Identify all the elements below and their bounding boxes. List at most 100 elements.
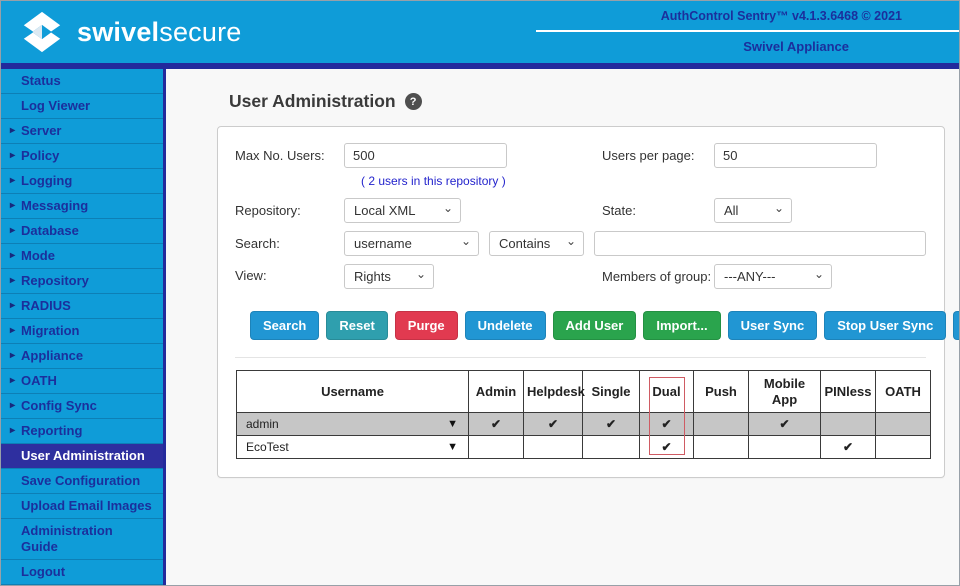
sidebar-item-log-viewer[interactable]: Log Viewer — [1, 94, 163, 119]
submenu-arrow-icon: ▸ — [10, 300, 16, 311]
right-cell-mobile-app: ✔ — [748, 412, 821, 436]
sidebar-item-save-configuration[interactable]: Save Configuration — [1, 469, 163, 494]
top-header: swivelsecure AuthControl Sentry™ v4.1.3.… — [1, 1, 959, 63]
sidebar-item-database[interactable]: ▸ Database — [1, 219, 163, 244]
users-per-page-label: Users per page: — [602, 148, 695, 163]
header-divider-line — [536, 30, 959, 32]
sidebar-item-label: User Administration — [21, 448, 145, 463]
search-operator-value: Contains — [499, 236, 551, 251]
brand-name: swivelsecure — [77, 17, 242, 48]
repository-label: Repository: — [235, 203, 301, 218]
dropdown-triangle-icon: ▼ — [447, 418, 458, 430]
column-header-username: Username — [236, 370, 469, 413]
sidebar-item-appliance[interactable]: ▸ Appliance — [1, 344, 163, 369]
column-header-mobile-app: Mobile App — [748, 370, 821, 413]
state-select[interactable]: All ⌄ — [714, 198, 792, 223]
submenu-arrow-icon: ▸ — [10, 425, 16, 436]
sidebar-item-server[interactable]: ▸ Server — [1, 119, 163, 144]
username-text: EcoTest — [246, 440, 289, 454]
help-icon[interactable]: ? — [404, 93, 422, 110]
column-header-pinless: PINless — [820, 370, 876, 413]
view-select[interactable]: Rights ⌄ — [344, 264, 434, 289]
action-buttons-row: Search Reset Purge Undelete Add User Import..… — [250, 311, 959, 340]
column-header-admin: Admin — [468, 370, 524, 413]
right-cell-dual: ✔ — [639, 435, 694, 459]
max-users-label: Max No. Users: — [235, 148, 325, 163]
reset-button[interactable]: Reset — [326, 311, 388, 340]
search-operator-select[interactable]: Contains ⌄ — [489, 231, 584, 256]
sidebar-item-label: Appliance — [21, 348, 84, 363]
submenu-arrow-icon: ▸ — [10, 225, 16, 236]
table-row: admin ▼ ✔ ✔ ✔ ✔ ✔ — [236, 412, 931, 436]
sidebar-item-label: Reporting — [21, 423, 83, 438]
add-user-button[interactable]: Add User — [552, 311, 637, 340]
column-header-dual: Dual — [639, 370, 694, 413]
sidebar-item-radius[interactable]: ▸ RADIUS — [1, 294, 163, 319]
purge-button[interactable]: Purge — [394, 311, 458, 340]
max-users-input[interactable] — [344, 143, 507, 168]
sidebar-item-policy[interactable]: ▸ Policy — [1, 144, 163, 169]
sidebar-item-config-sync[interactable]: ▸ Config Sync — [1, 394, 163, 419]
import--button[interactable]: Import... — [643, 311, 721, 340]
sync-count-button[interactable]: Sync Count — [953, 311, 959, 340]
user-sync-button[interactable]: User Sync — [727, 311, 818, 340]
search-button[interactable]: Search — [250, 311, 320, 340]
sidebar-item-logging[interactable]: ▸ Logging — [1, 169, 163, 194]
stop-user-sync-button[interactable]: Stop User Sync — [824, 311, 947, 340]
state-select-value: All — [724, 203, 739, 218]
sidebar-item-label: Status — [21, 73, 61, 88]
submenu-arrow-icon: ▸ — [10, 200, 16, 211]
chevron-down-icon: ⌄ — [773, 201, 784, 215]
submenu-arrow-icon: ▸ — [10, 400, 16, 411]
right-cell-admin — [468, 435, 524, 459]
sidebar-item-administration-guide[interactable]: Administration Guide — [1, 519, 163, 560]
sidebar-item-user-administration[interactable]: User Administration — [1, 444, 163, 469]
sidebar-item-logout[interactable]: Logout — [1, 560, 163, 585]
username-text: admin — [246, 417, 279, 431]
submenu-arrow-icon: ▸ — [10, 350, 16, 361]
chevron-down-icon: ⌄ — [415, 267, 426, 281]
sidebar-item-label: Logout — [21, 564, 66, 579]
sidebar-item-reporting[interactable]: ▸ Reporting — [1, 419, 163, 444]
search-field-select[interactable]: username ⌄ — [344, 231, 479, 256]
sidebar-item-upload-email-images[interactable]: Upload Email Images — [1, 494, 163, 519]
table-row: EcoTest ▼ ✔ ✔ — [236, 435, 931, 459]
search-query-input[interactable] — [594, 231, 926, 256]
check-icon: ✔ — [490, 417, 502, 431]
sidebar-item-migration[interactable]: ▸ Migration — [1, 319, 163, 344]
repository-select[interactable]: Local XML ⌄ — [344, 198, 461, 223]
version-text: AuthControl Sentry™ v4.1.3.6468 © 2021 — [660, 9, 902, 23]
sidebar-item-mode[interactable]: ▸ Mode — [1, 244, 163, 269]
members-of-group-label: Members of group: — [602, 269, 712, 284]
chevron-down-icon: ⌄ — [813, 267, 824, 281]
column-header-helpdesk: Helpdesk — [523, 370, 585, 413]
username-dropdown[interactable]: admin ▼ — [237, 417, 468, 431]
sidebar-item-repository[interactable]: ▸ Repository — [1, 269, 163, 294]
search-label: Search: — [235, 236, 280, 251]
username-dropdown[interactable]: EcoTest ▼ — [237, 440, 468, 454]
column-header-oath: OATH — [875, 370, 931, 413]
sidebar-nav: Status Log Viewer ▸ Server ▸ Policy ▸ Logging ▸ M… — [1, 69, 166, 585]
sidebar-item-label: Repository — [21, 273, 89, 288]
check-icon: ✔ — [547, 417, 559, 431]
submenu-arrow-icon: ▸ — [10, 325, 16, 336]
submenu-arrow-icon: ▸ — [10, 175, 16, 186]
sidebar-item-label: OATH — [21, 373, 57, 388]
submenu-arrow-icon: ▸ — [10, 375, 16, 386]
check-icon: ✔ — [605, 417, 617, 431]
sidebar-item-label: Migration — [21, 323, 80, 338]
sidebar-item-oath[interactable]: ▸ OATH — [1, 369, 163, 394]
dropdown-triangle-icon: ▼ — [447, 441, 458, 453]
right-cell-helpdesk: ✔ — [523, 412, 583, 436]
members-of-group-select[interactable]: ---ANY--- ⌄ — [714, 264, 832, 289]
sidebar-item-label: Server — [21, 123, 62, 138]
view-select-value: Rights — [354, 269, 391, 284]
users-per-page-input[interactable] — [714, 143, 877, 168]
undelete-button[interactable]: Undelete — [464, 311, 546, 340]
users-table-wrap: Username Admin Helpdesk Single Dual Push Mobil… — [236, 370, 931, 459]
sidebar-item-status[interactable]: Status — [1, 69, 163, 94]
submenu-arrow-icon: ▸ — [10, 250, 16, 261]
submenu-arrow-icon: ▸ — [10, 275, 16, 286]
sidebar-item-messaging[interactable]: ▸ Messaging — [1, 194, 163, 219]
sidebar-item-label: Mode — [21, 248, 55, 263]
